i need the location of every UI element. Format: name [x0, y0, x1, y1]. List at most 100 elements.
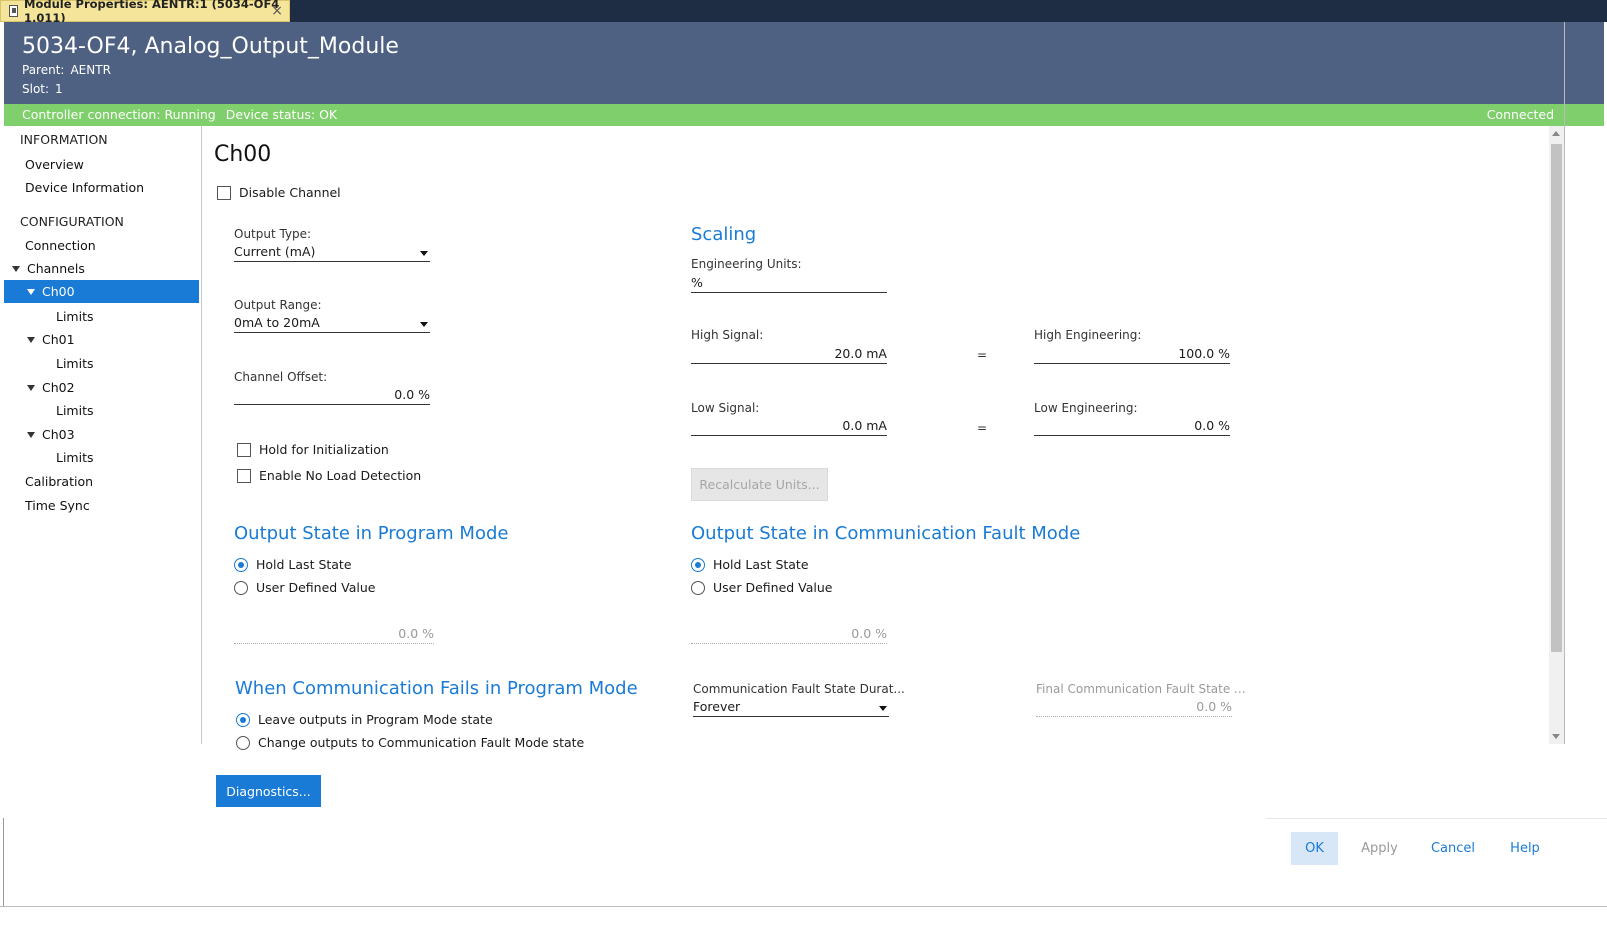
radio-dot[interactable] — [234, 580, 248, 595]
parent-info: Parent: AENTR — [22, 63, 111, 77]
scroll-down-icon[interactable] — [1552, 734, 1560, 739]
channel-offset-field[interactable]: 0.0 % — [234, 385, 430, 405]
dropdown-arrow-icon[interactable] — [420, 251, 428, 256]
dropdown-arrow-icon[interactable] — [879, 706, 887, 711]
close-icon[interactable]: × — [271, 3, 283, 19]
change-outputs-radio[interactable]: Change outputs to Communication Fault Mo… — [236, 735, 584, 750]
expand-arrow-icon[interactable] — [12, 265, 20, 272]
nav-item-ch03-limits[interactable]: Limits — [56, 446, 94, 469]
radio-label: Leave outputs in Program Mode state — [258, 712, 493, 727]
fault-duration-select[interactable]: Forever — [693, 697, 889, 717]
parent-value: AENTR — [70, 63, 111, 77]
no-load-detection-checkbox[interactable]: Enable No Load Detection — [237, 468, 421, 483]
help-button[interactable]: Help — [1500, 832, 1550, 865]
radio-dot[interactable] — [691, 580, 705, 595]
comm-fails-heading: When Communication Fails in Program Mode — [235, 678, 638, 699]
eng-units-field[interactable]: % — [691, 273, 887, 293]
nav-item-connection[interactable]: Connection — [25, 234, 96, 257]
nav-item-calibration[interactable]: Calibration — [25, 470, 93, 493]
output-type-label: Output Type: — [234, 227, 312, 241]
dropdown-arrow-icon[interactable] — [420, 322, 428, 327]
channel-offset-label: Channel Offset: — [234, 370, 328, 384]
radio-label: Change outputs to Communication Fault Mo… — [258, 735, 585, 750]
page-title: Ch00 — [214, 142, 272, 167]
nav-item-time-sync[interactable]: Time Sync — [25, 494, 90, 517]
slot-value: 1 — [55, 82, 63, 96]
checkbox-label: Enable No Load Detection — [259, 468, 422, 483]
radio-label: Hold Last State — [256, 557, 352, 572]
expand-arrow-icon[interactable] — [27, 431, 35, 438]
fault-duration-label: Communication Fault State Durat... — [693, 682, 905, 696]
program-user-defined-radio[interactable]: User Defined Value — [234, 580, 376, 595]
scaling-heading: Scaling — [691, 224, 757, 245]
window-edge — [0, 906, 1607, 907]
fault-hold-last-radio[interactable]: Hold Last State — [691, 557, 809, 572]
checkbox-box[interactable] — [237, 442, 251, 457]
output-range-select[interactable]: 0mA to 20mA — [234, 313, 430, 333]
leave-outputs-radio[interactable]: Leave outputs in Program Mode state — [236, 712, 493, 727]
nav-item-channels[interactable]: Channels — [12, 257, 85, 280]
radio-dot[interactable] — [691, 557, 705, 572]
fault-user-defined-radio[interactable]: User Defined Value — [691, 580, 833, 595]
ok-button[interactable]: OK — [1291, 832, 1338, 865]
radio-dot[interactable] — [236, 735, 250, 750]
nav-item-label: Ch00 — [42, 284, 75, 299]
nav-item-ch01[interactable]: Ch01 — [27, 328, 75, 351]
program-hold-last-radio[interactable]: Hold Last State — [234, 557, 352, 572]
program-user-value-field[interactable]: 0.0 % — [234, 624, 434, 644]
document-tab[interactable]: Module Properties: AENTR:1 (5034-OF4 1.0… — [0, 0, 290, 25]
divider — [1266, 818, 1607, 819]
nav-item-device-information[interactable]: Device Information — [25, 176, 144, 199]
scroll-up-icon[interactable] — [1552, 131, 1560, 136]
cancel-button[interactable]: Cancel — [1423, 832, 1483, 865]
output-type-select[interactable]: Current (mA) — [234, 242, 430, 262]
recalculate-units-button[interactable]: Recalculate Units... — [691, 468, 828, 501]
radio-label: User Defined Value — [256, 580, 376, 595]
checkbox-label: Disable Channel — [239, 185, 341, 200]
expand-arrow-icon[interactable] — [27, 384, 35, 391]
nav-item-ch01-limits[interactable]: Limits — [56, 352, 94, 375]
controller-status: Controller connection: Running — [22, 107, 216, 122]
slot-label: Slot: — [22, 82, 50, 96]
high-signal-field[interactable]: 20.0 mA — [691, 344, 887, 364]
program-mode-heading: Output State in Program Mode — [234, 523, 509, 544]
output-range-label: Output Range: — [234, 298, 322, 312]
apply-button[interactable]: Apply — [1352, 832, 1407, 865]
select-value: 0mA to 20mA — [234, 315, 320, 330]
nav-item-ch00[interactable]: Ch00 — [4, 280, 199, 303]
fault-user-value-field[interactable]: 0.0 % — [691, 624, 887, 644]
nav-item-ch02[interactable]: Ch02 — [27, 376, 75, 399]
parent-label: Parent: — [22, 63, 65, 77]
radio-label: User Defined Value — [713, 580, 833, 595]
equals-sign: = — [977, 421, 988, 435]
radio-label: Hold Last State — [713, 557, 809, 572]
vertical-scrollbar[interactable] — [1549, 126, 1564, 744]
connection-status: Connected — [1486, 107, 1554, 122]
nav-item-ch00-limits[interactable]: Limits — [56, 305, 94, 328]
radio-dot[interactable] — [236, 712, 250, 727]
nav-item-ch02-limits[interactable]: Limits — [56, 399, 94, 422]
expand-arrow-icon[interactable] — [27, 336, 35, 343]
low-eng-label: Low Engineering: — [1034, 401, 1138, 415]
high-signal-label: High Signal: — [691, 328, 764, 342]
eng-units-label: Engineering Units: — [691, 257, 802, 271]
final-fault-field[interactable]: 0.0 % — [1036, 697, 1232, 717]
checkbox-box[interactable] — [237, 468, 251, 483]
checkbox-box[interactable] — [217, 185, 231, 200]
checkbox-label: Hold for Initialization — [259, 442, 389, 457]
hold-init-checkbox[interactable]: Hold for Initialization — [237, 442, 389, 457]
nav-item-ch03[interactable]: Ch03 — [27, 423, 75, 446]
diagnostics-button[interactable]: Diagnostics... — [216, 775, 321, 807]
window-edge — [1564, 22, 1565, 744]
radio-dot[interactable] — [234, 557, 248, 572]
expand-arrow-icon[interactable] — [27, 288, 35, 295]
high-eng-label: High Engineering: — [1034, 328, 1142, 342]
equals-sign: = — [977, 348, 988, 362]
scroll-thumb[interactable] — [1551, 144, 1562, 652]
low-signal-field[interactable]: 0.0 mA — [691, 416, 887, 436]
module-header: 5034-OF4, Analog_Output_Module Parent: AE… — [4, 22, 1604, 104]
high-eng-field[interactable]: 100.0 % — [1034, 344, 1230, 364]
nav-item-overview[interactable]: Overview — [25, 153, 84, 176]
low-eng-field[interactable]: 0.0 % — [1034, 416, 1230, 436]
disable-channel-checkbox[interactable]: Disable Channel — [217, 185, 341, 200]
